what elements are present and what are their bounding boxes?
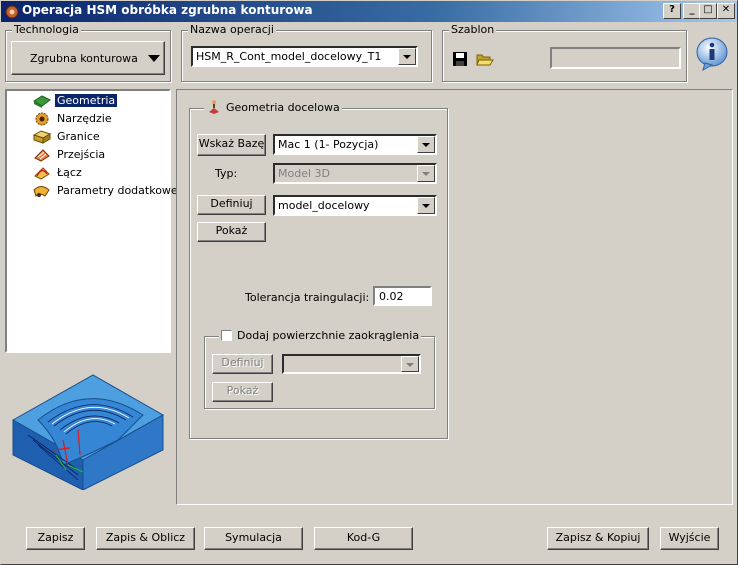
- parameters-panel: Geometria docelowa Wskaż Bazę Mac 1 (1- …: [176, 89, 733, 505]
- szablon-field[interactable]: [550, 47, 681, 69]
- baza-combo[interactable]: Mac 1 (1- Pozycja): [273, 134, 437, 155]
- zapisz-button[interactable]: Zapisz: [26, 527, 85, 550]
- chevron-down-icon[interactable]: [401, 356, 419, 372]
- dropdown-arrow-icon: [148, 55, 160, 62]
- geometria-legend: Geometria docelowa: [204, 100, 342, 114]
- wyjscie-button[interactable]: Wyjście: [660, 527, 719, 550]
- tolerancja-input[interactable]: 0.02: [373, 286, 432, 306]
- tree-item-label: Narzędzie: [57, 112, 112, 125]
- definiuj-button[interactable]: Definiuj: [197, 195, 266, 215]
- passes-icon: [34, 149, 50, 162]
- tree-item-label: Granice: [57, 130, 100, 143]
- tree-item-label: Łącz: [57, 166, 82, 179]
- chevron-down-icon[interactable]: [417, 136, 435, 153]
- machining-icon: [209, 100, 219, 114]
- definiuj-zaokraglenia-button[interactable]: Definiuj: [212, 354, 273, 374]
- pokaz-button[interactable]: Pokaż: [197, 222, 266, 242]
- links-icon: [34, 167, 50, 180]
- app-icon: [5, 5, 19, 19]
- pokaz-zaokraglenia-button[interactable]: Pokaż: [212, 382, 273, 402]
- window-title: Operacja HSM obróbka zgrubna konturowa: [22, 3, 313, 17]
- info-icon[interactable]: [695, 36, 729, 72]
- help-button[interactable]: ?: [663, 3, 681, 19]
- symulacja-button[interactable]: Symulacja: [204, 527, 303, 550]
- zapisz-kopiuj-button[interactable]: Zapisz & Kopiuj: [547, 527, 649, 550]
- technologia-legend: Technologia: [12, 23, 81, 36]
- nazwa-operacji-group: Nazwa operacji HSM_R_Cont_model_docelowy…: [181, 23, 432, 82]
- nazwa-operacji-value: HSM_R_Cont_model_docelowy_T1: [196, 50, 382, 63]
- maximize-button[interactable]: □: [699, 3, 717, 19]
- technologia-value: Zgrubna konturowa: [30, 52, 138, 65]
- tree-item-label: Parametry dodatkowe: [57, 184, 178, 197]
- dodaj-powierzchnie-group: Dodaj powierzchnie zaokrąglenia Definiuj…: [204, 329, 435, 409]
- tool-gear-icon: [35, 112, 49, 126]
- close-button[interactable]: ✕: [717, 3, 735, 19]
- zaokraglenia-combo[interactable]: [282, 354, 421, 374]
- open-folder-icon[interactable]: [476, 51, 494, 67]
- wskaz-baze-button[interactable]: Wskaż Bazę: [197, 134, 266, 156]
- dodaj-label: Dodaj powierzchnie zaokrąglenia: [237, 329, 420, 342]
- nazwa-operacji-combo[interactable]: HSM_R_Cont_model_docelowy_T1: [191, 46, 418, 67]
- zapis-oblicz-button[interactable]: Zapis & Oblicz: [96, 527, 195, 550]
- dodaj-checkbox[interactable]: [221, 330, 232, 341]
- title-bar[interactable]: Operacja HSM obróbka zgrubna konturowa ?…: [0, 0, 738, 22]
- baza-value: Mac 1 (1- Pozycja): [278, 138, 379, 151]
- tree-item-label: Przejścia: [57, 148, 106, 161]
- szablon-legend: Szablon: [449, 23, 497, 36]
- chevron-down-icon[interactable]: [417, 165, 435, 182]
- operation-tree: Geometria Narzędzie Granice Przejścia Łą…: [5, 89, 178, 353]
- tolerancja-value: 0.02: [379, 290, 404, 303]
- tolerancja-label: Tolerancja traingulacji:: [245, 291, 370, 304]
- dodaj-legend: Dodaj powierzchnie zaokrąglenia: [219, 329, 422, 342]
- chevron-down-icon[interactable]: [398, 48, 416, 65]
- nazwa-operacji-legend: Nazwa operacji: [188, 23, 276, 36]
- save-icon[interactable]: [452, 51, 468, 67]
- typ-value: Model 3D: [278, 167, 330, 180]
- typ-combo[interactable]: Model 3D: [273, 163, 437, 184]
- geometry-icon: [33, 95, 51, 108]
- operation-preview-image: [11, 374, 165, 490]
- kod-g-button[interactable]: Kod-G: [314, 527, 413, 550]
- chevron-down-icon[interactable]: [417, 197, 435, 214]
- extra-params-icon: [33, 186, 50, 198]
- model-combo[interactable]: model_docelowy: [273, 195, 437, 216]
- technologia-dropdown[interactable]: Zgrubna konturowa: [11, 41, 165, 75]
- boundary-icon: [33, 130, 51, 144]
- model-value: model_docelowy: [278, 199, 370, 212]
- tree-item-label: Geometria: [55, 94, 118, 107]
- geometria-docelowa-group: Geometria docelowa Wskaż Bazę Mac 1 (1- …: [189, 100, 448, 439]
- technologia-group: Technologia Zgrubna konturowa: [5, 23, 171, 82]
- typ-label: Typ:: [215, 167, 238, 180]
- szablon-group: Szablon: [442, 23, 687, 82]
- geometria-legend-text: Geometria docelowa: [226, 101, 340, 114]
